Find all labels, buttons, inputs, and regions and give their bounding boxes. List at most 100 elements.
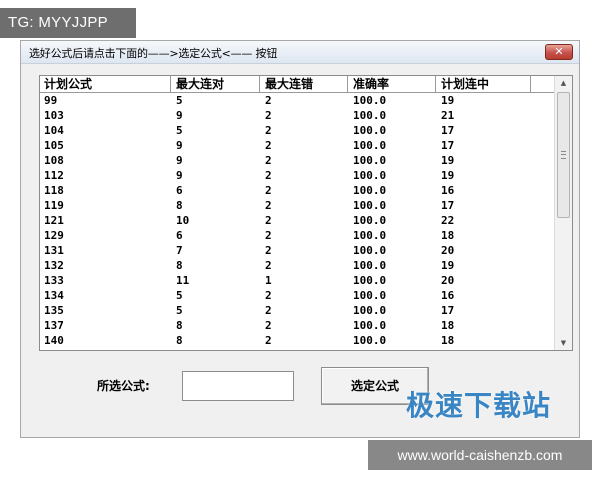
cell-max-wrong: 2	[265, 199, 272, 212]
scroll-up-arrow-icon[interactable]: ▲	[555, 76, 572, 90]
cell-formula: 129	[44, 229, 64, 242]
cell-plan-streak: 16	[441, 184, 455, 197]
cell-plan-streak: 17	[441, 124, 455, 137]
cell-max-correct: 6	[176, 229, 183, 242]
column-header-accuracy[interactable]: 准确率	[349, 76, 436, 92]
cell-max-correct: 10	[176, 214, 190, 227]
cell-plan-streak: 17	[441, 139, 455, 152]
cell-accuracy: 100.0	[353, 184, 387, 197]
table-row[interactable]: 137 8 2 100.0 18	[40, 318, 555, 333]
cell-max-correct: 9	[176, 169, 183, 182]
cell-max-wrong: 2	[265, 244, 272, 257]
cell-formula: 118	[44, 184, 64, 197]
table-row[interactable]: 140 8 2 100.0 18	[40, 333, 555, 348]
window-title: 选好公式后请点击下面的——>选定公式<—— 按钮	[29, 47, 278, 60]
table-header: 计划公式 最大连对 最大连错 准确率 计划连中	[40, 76, 555, 93]
cell-max-correct: 5	[176, 289, 183, 302]
cell-accuracy: 100.0	[353, 109, 387, 122]
table-row[interactable]: 129 6 2 100.0 18	[40, 228, 555, 243]
cell-max-wrong: 1	[265, 274, 272, 287]
cell-max-correct: 9	[176, 139, 183, 152]
close-button[interactable]: ✕	[545, 44, 573, 60]
cell-accuracy: 100.0	[353, 169, 387, 182]
table-row[interactable]: 133 11 1 100.0 20	[40, 273, 555, 288]
cell-plan-streak: 17	[441, 304, 455, 317]
column-header-max-consecutive-correct[interactable]: 最大连对	[172, 76, 260, 92]
cell-formula: 133	[44, 274, 64, 287]
selected-formula-input[interactable]	[182, 371, 294, 401]
cell-max-wrong: 2	[265, 229, 272, 242]
cell-accuracy: 100.0	[353, 289, 387, 302]
scroll-grip-icon	[561, 151, 566, 159]
cell-max-wrong: 2	[265, 259, 272, 272]
cell-max-correct: 5	[176, 124, 183, 137]
table-row[interactable]: 112 9 2 100.0 19	[40, 168, 555, 183]
selected-formula-label: 所选公式:	[97, 379, 150, 393]
cell-max-correct: 8	[176, 199, 183, 212]
table-row[interactable]: 121 10 2 100.0 22	[40, 213, 555, 228]
cell-accuracy: 100.0	[353, 154, 387, 167]
column-header-plan-streak[interactable]: 计划连中	[437, 76, 531, 92]
cell-formula: 121	[44, 214, 64, 227]
cell-max-correct: 8	[176, 334, 183, 347]
cell-max-wrong: 2	[265, 319, 272, 332]
cell-max-correct: 5	[176, 94, 183, 107]
table-row[interactable]: 135 5 2 100.0 17	[40, 303, 555, 318]
tg-overlay-label: TG: MYYJJPP	[0, 8, 136, 38]
cell-accuracy: 100.0	[353, 334, 387, 347]
cell-max-wrong: 2	[265, 184, 272, 197]
cell-max-wrong: 2	[265, 109, 272, 122]
cell-max-correct: 8	[176, 319, 183, 332]
cell-formula: 137	[44, 319, 64, 332]
scrollbar-thumb[interactable]	[557, 92, 570, 218]
table-row[interactable]: 134 5 2 100.0 16	[40, 288, 555, 303]
cell-max-correct: 11	[176, 274, 190, 287]
cell-accuracy: 100.0	[353, 124, 387, 137]
cell-accuracy: 100.0	[353, 94, 387, 107]
cell-plan-streak: 22	[441, 214, 455, 227]
cell-plan-streak: 18	[441, 229, 455, 242]
cell-formula: 131	[44, 244, 64, 257]
cell-max-wrong: 2	[265, 169, 272, 182]
cell-max-wrong: 2	[265, 124, 272, 137]
table-body: 99 5 2 100.0 19 103 9 2 100.0 21 104 5 2 100.0 17 105 9 2…	[40, 93, 555, 348]
scroll-down-arrow-icon[interactable]: ▼	[555, 336, 572, 350]
column-header-formula[interactable]: 计划公式	[40, 76, 171, 92]
cell-accuracy: 100.0	[353, 139, 387, 152]
cell-max-correct: 8	[176, 259, 183, 272]
cell-accuracy: 100.0	[353, 214, 387, 227]
cell-accuracy: 100.0	[353, 259, 387, 272]
cell-formula: 140	[44, 334, 64, 347]
table-row[interactable]: 119 8 2 100.0 17	[40, 198, 555, 213]
dialog-window: 选好公式后请点击下面的——>选定公式<—— 按钮 ✕ 计划公式 最大连对 最大连…	[20, 40, 580, 438]
cell-plan-streak: 18	[441, 334, 455, 347]
table-row[interactable]: 99 5 2 100.0 19	[40, 93, 555, 108]
vertical-scrollbar[interactable]: ▲ ▼	[554, 76, 572, 350]
cell-formula: 135	[44, 304, 64, 317]
cell-plan-streak: 19	[441, 154, 455, 167]
cell-max-correct: 9	[176, 109, 183, 122]
cell-plan-streak: 21	[441, 109, 455, 122]
close-icon: ✕	[554, 45, 564, 58]
table-row[interactable]: 105 9 2 100.0 17	[40, 138, 555, 153]
cell-accuracy: 100.0	[353, 304, 387, 317]
cell-plan-streak: 20	[441, 274, 455, 287]
cell-formula: 119	[44, 199, 64, 212]
cell-plan-streak: 17	[441, 199, 455, 212]
cell-formula: 105	[44, 139, 64, 152]
watermark-logo: 极速下载站	[406, 389, 552, 422]
cell-max-wrong: 2	[265, 214, 272, 227]
table-row[interactable]: 108 9 2 100.0 19	[40, 153, 555, 168]
table-row[interactable]: 103 9 2 100.0 21	[40, 108, 555, 123]
column-header-max-consecutive-wrong[interactable]: 最大连错	[261, 76, 348, 92]
table-row[interactable]: 104 5 2 100.0 17	[40, 123, 555, 138]
formula-table: 计划公式 最大连对 最大连错 准确率 计划连中 99 5 2 100.0 19 103 9 2…	[39, 75, 573, 351]
table-row[interactable]: 118 6 2 100.0 16	[40, 183, 555, 198]
title-bar: 选好公式后请点击下面的——>选定公式<—— 按钮 ✕	[21, 41, 579, 64]
table-row[interactable]: 132 8 2 100.0 19	[40, 258, 555, 273]
cell-max-correct: 7	[176, 244, 183, 257]
cell-plan-streak: 19	[441, 94, 455, 107]
cell-max-wrong: 2	[265, 289, 272, 302]
cell-accuracy: 100.0	[353, 274, 387, 287]
table-row[interactable]: 131 7 2 100.0 20	[40, 243, 555, 258]
